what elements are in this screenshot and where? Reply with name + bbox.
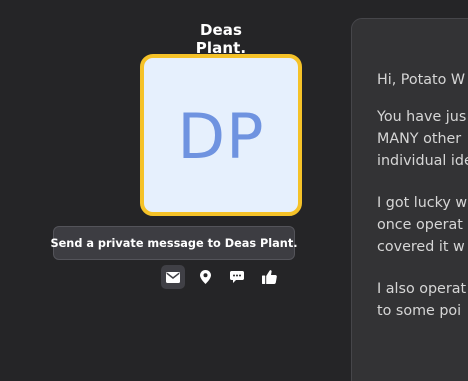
profile-actions — [161, 265, 289, 289]
message-paragraph: I also operat to some poi — [377, 278, 468, 322]
message-line: once operat — [377, 217, 463, 233]
message-body: Hi, Potato W You have jus MANY other ind… — [377, 69, 468, 342]
message-line: I got lucky w — [377, 195, 468, 211]
message-greeting: Hi, Potato W — [377, 72, 466, 88]
message-line: individual ide — [377, 153, 468, 169]
avatar-initials: DP — [177, 99, 265, 173]
comment-button[interactable] — [225, 265, 249, 289]
like-button[interactable] — [257, 265, 281, 289]
message-paragraph: You have jus MANY other individual ide — [377, 106, 468, 172]
message-paragraph: I got lucky w once operat covered it w — [377, 192, 468, 258]
location-button[interactable] — [193, 265, 217, 289]
avatar[interactable]: DP — [140, 54, 302, 216]
message-line: covered it w — [377, 239, 465, 255]
thumbs-up-icon — [261, 270, 277, 284]
private-message-button[interactable] — [161, 265, 185, 289]
speech-bubble-icon — [230, 270, 244, 283]
message-panel: Hi, Potato W You have jus MANY other ind… — [351, 18, 468, 381]
message-line: MANY other — [377, 131, 462, 147]
location-pin-icon — [199, 270, 211, 284]
private-message-tooltip: Send a private message to Deas Plant. — [50, 226, 298, 260]
message-line: I also operat — [377, 281, 467, 297]
envelope-icon — [166, 271, 180, 283]
message-line: You have jus — [377, 109, 467, 125]
message-line: to some poi — [377, 303, 462, 319]
profile-page: Deas Plant. DP Send a private message to… — [0, 0, 468, 381]
